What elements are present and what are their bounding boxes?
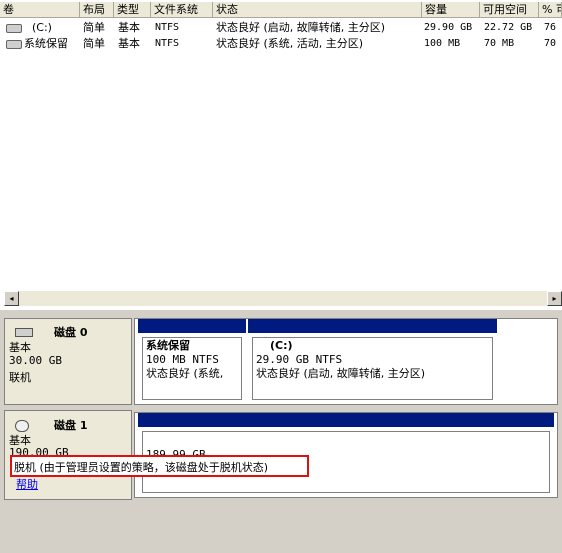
arrow-left-icon: ◂ — [9, 294, 14, 303]
volume-type: 基本 — [118, 37, 140, 50]
disk-kind: 基本 — [9, 341, 31, 354]
volume-free-space: 22.72 GB — [484, 22, 533, 33]
partition-status: 状态良好 (系统, — [146, 367, 224, 380]
volume-filesystem: NTFS — [155, 22, 180, 33]
disk-size: 30.00 GB — [9, 354, 62, 367]
table-row[interactable]: 系统保留 简单 基本 NTFS 状态良好 (系统, 活动, 主分区) 100 M… — [0, 36, 562, 52]
scroll-left-button[interactable]: ◂ — [4, 291, 19, 306]
volume-percent-free: 76 — [544, 22, 557, 33]
volume-status: 状态良好 (启动, 故障转储, 主分区) — [216, 21, 386, 34]
disk-offline-message: 脱机 (由于管理员设置的策略，该磁盘处于脱机状态) — [14, 461, 269, 474]
help-link[interactable]: 帮助 — [16, 476, 38, 492]
volume-layout: 简单 — [83, 37, 105, 50]
column-header-status[interactable]: 状态 — [213, 2, 422, 18]
volume-list[interactable]: 卷 布局 类型 文件系统 状态 容量 可用空间 % 可 (C:) 简单 基本 N… — [0, 0, 562, 310]
partition-c[interactable]: (C:) 29.90 GB NTFS 状态良好 (启动, 故障转储, 主分区) — [248, 319, 497, 404]
disk-icon — [15, 328, 33, 337]
column-header-percent-free[interactable]: % 可 — [539, 2, 562, 18]
volume-type: 基本 — [118, 21, 140, 34]
column-header-volume[interactable]: 卷 — [0, 2, 80, 18]
partition-bar — [138, 413, 554, 427]
column-header-filesystem[interactable]: 文件系统 — [151, 2, 213, 18]
disk-title: 磁盘 1 — [54, 419, 88, 432]
volume-capacity: 29.90 GB — [424, 22, 473, 33]
disk-0-label[interactable]: 磁盘 0 基本 30.00 GB 联机 — [4, 318, 132, 405]
column-header-layout[interactable]: 布局 — [80, 2, 114, 18]
offline-disk-icon — [15, 420, 29, 432]
volume-free-space: 70 MB — [484, 38, 515, 49]
column-header-type[interactable]: 类型 — [114, 2, 151, 18]
scroll-right-button[interactable]: ▸ — [547, 291, 562, 306]
partition-system-reserved[interactable]: 系统保留 100 MB NTFS 状态良好 (系统, — [138, 319, 246, 404]
drive-icon — [6, 40, 22, 49]
arrow-right-icon: ▸ — [552, 294, 557, 303]
partition-size: 100 MB NTFS — [146, 353, 219, 366]
partition-title: 系统保留 — [146, 339, 190, 352]
volume-name: (C:) — [32, 21, 52, 34]
volume-filesystem: NTFS — [155, 38, 180, 49]
partition-bar — [248, 319, 497, 333]
volume-capacity: 100 MB — [424, 38, 461, 49]
volume-layout: 简单 — [83, 21, 105, 34]
partition-bar — [138, 319, 246, 333]
disk-title: 磁盘 0 — [54, 326, 88, 339]
horizontal-scrollbar[interactable]: ◂ ▸ — [4, 290, 562, 306]
volume-name: 系统保留 — [24, 37, 68, 50]
drive-icon — [6, 24, 22, 33]
partition-status: 状态良好 (启动, 故障转储, 主分区) — [256, 367, 426, 380]
volume-status: 状态良好 (系统, 活动, 主分区) — [216, 37, 364, 50]
partition-size: 29.90 GB NTFS — [256, 353, 343, 366]
column-header-free-space[interactable]: 可用空间 — [480, 2, 539, 18]
table-row[interactable]: (C:) 简单 基本 NTFS 状态良好 (启动, 故障转储, 主分区) 29.… — [0, 20, 562, 36]
volume-percent-free: 70 — [544, 38, 557, 49]
column-header-capacity[interactable]: 容量 — [422, 2, 480, 18]
disk-0-partitions: 系统保留 100 MB NTFS 状态良好 (系统, (C:) 29.90 GB… — [134, 318, 558, 405]
disk-state: 联机 — [9, 371, 31, 384]
partition-title: (C:) — [270, 339, 293, 352]
